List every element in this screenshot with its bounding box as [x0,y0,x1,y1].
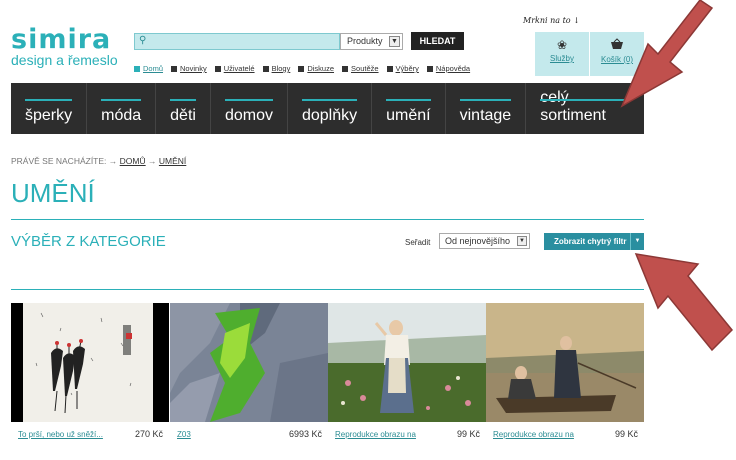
bullet-icon [342,65,349,72]
nav-item-doplnky[interactable]: doplňky [288,83,373,134]
chevron-down-icon: ▼ [389,36,400,47]
annotation-arrow-icon [634,253,734,352]
divider [11,289,644,290]
bullet-icon [214,65,221,72]
divider [11,219,644,220]
product-price: 99 Kč [456,429,480,439]
toplink-vybery[interactable]: Výběry [386,64,419,73]
toplink-label: Diskuze [307,64,335,73]
services-label: Služby [549,54,574,63]
sort-label: Seřadit [405,238,431,247]
nav-item-moda[interactable]: móda [87,83,157,134]
annotation-note: Mrkni na to ↓ [523,16,580,25]
nav-item-umeni[interactable]: umění [372,83,446,134]
breadcrumb-separator: → [108,156,118,166]
product-image[interactable] [11,303,169,422]
toplink-diskuze[interactable]: Diskuze [298,64,334,73]
caret-down-icon: ▼ [630,233,644,250]
nav-item-domov[interactable]: domov [211,83,288,134]
toplink-label: Nápověda [435,64,471,73]
product-image[interactable] [170,303,328,422]
toplink-label: Výběry [395,64,419,73]
nav-item-vintage[interactable]: vintage [446,83,527,134]
bullet-icon [298,65,305,72]
product-card: Reprodukce obrazu na 99 Kč [486,303,644,439]
bullet-icon [171,65,178,72]
search-box[interactable]: ⚲ [134,33,340,50]
logo-tagline: design a řemeslo [11,52,118,68]
product-name[interactable]: Reprodukce obrazu na [493,430,574,439]
product-price: 99 Kč [614,429,638,439]
product-card: To prší, nebo už sněží... 270 Kč [11,303,169,439]
nav-item-deti[interactable]: děti [156,83,211,134]
top-links: Domů Novinky Uživatelé Blogy Diskuze Sou… [134,64,478,73]
smart-filter-button[interactable]: Zobrazit chytrý filtr ▼ [544,233,644,250]
search-icon: ⚲ [139,35,147,46]
toplink-domu[interactable]: Domů [134,64,163,73]
search-category-value: Produkty [347,36,383,46]
toplink-napoveda[interactable]: Nápověda [426,64,471,73]
annotation-arrow-icon [620,0,714,108]
bullet-icon [262,65,269,72]
chevron-down-icon: ▼ [517,236,527,246]
toplink-uzivatele[interactable]: Uživatelé [214,64,255,73]
toplink-label: Domů [143,64,164,73]
bullet-icon [426,65,433,72]
logo[interactable]: simira design a řemeslo [11,24,118,69]
toplink-label: Soutěže [351,64,379,73]
breadcrumb-prefix: PRÁVĚ SE NACHÁZÍTE: [11,156,107,166]
breadcrumb-separator: → [148,156,157,166]
breadcrumb: PRÁVĚ SE NACHÁZÍTE: → DOMŮ → UMĚNÍ [11,156,186,166]
breadcrumb-home[interactable]: DOMŮ [120,156,146,166]
product-card: Reprodukce obrazu na 99 Kč [328,303,486,439]
sort-value: Od nejnovějšího [445,236,511,246]
bullet-icon [386,65,393,72]
toplink-label: Uživatelé [223,64,255,73]
toplink-label: Novinky [180,64,207,73]
product-name[interactable]: Z03 [177,430,191,439]
page-title: UMĚNÍ [11,178,95,208]
smart-filter-label: Zobrazit chytrý filtr [554,237,627,246]
toplink-souteze[interactable]: Soutěže [342,64,379,73]
search-button[interactable]: HLEDAT [411,32,464,50]
main-nav: šperky móda děti domov doplňky umění vin… [11,83,644,134]
breadcrumb-current[interactable]: UMĚNÍ [159,156,186,166]
page: simira design a řemeslo ⚲ Produkty ▼ HLE… [0,0,736,460]
search-category-select[interactable]: Produkty ▼ [340,33,403,50]
home-icon [134,65,140,72]
logo-brand: simira [11,24,112,55]
nav-item-sperky[interactable]: šperky [11,83,88,134]
section-title: VÝBĚR Z KATEGORIE [11,233,166,250]
services-button[interactable]: ❀ Služby [535,32,589,76]
product-price: 270 Kč [134,429,163,439]
puzzle-icon: ❀ [556,38,568,52]
product-card: Z03 6993 Kč [170,303,328,439]
product-image[interactable] [486,303,644,422]
product-name[interactable]: To prší, nebo už sněží... [18,430,103,439]
search-input[interactable] [151,34,337,49]
product-name[interactable]: Reprodukce obrazu na [335,430,416,439]
product-image[interactable] [328,303,486,422]
sort-select[interactable]: Od nejnovějšího ▼ [439,233,530,249]
toplink-blogy[interactable]: Blogy [262,64,291,73]
product-price: 6993 Kč [288,429,322,439]
toplink-label: Blogy [271,64,291,73]
toplink-novinky[interactable]: Novinky [171,64,207,73]
